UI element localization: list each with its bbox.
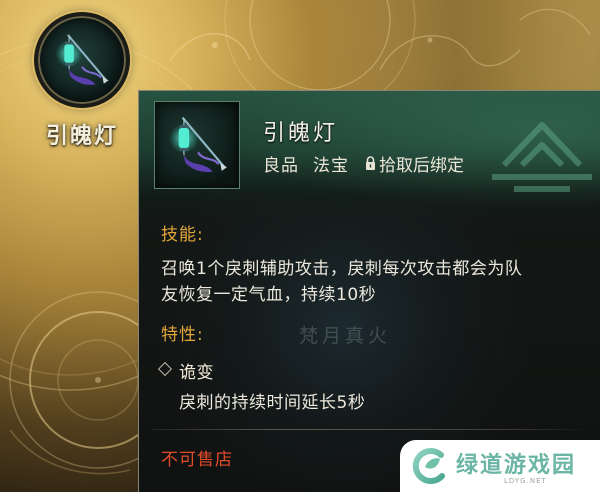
diamond-icon	[157, 361, 173, 377]
skill-description-line: 召唤1个戾刺辅助攻击，戾刺每次攻击都会为队	[161, 259, 523, 279]
lantern-icon	[55, 34, 109, 85]
sell-restriction: 不可售店	[161, 450, 233, 470]
item-tooltip: 引魄灯 良品 法宝 拾取后绑定 梵月真火 技能: 召唤1个戾刺辅助攻击，戾刺每次…	[138, 90, 600, 492]
sect-emblem-icon	[492, 122, 592, 192]
item-name-label: 引魄灯	[45, 124, 118, 149]
trait-name: 诡变	[179, 363, 214, 383]
lock-icon	[366, 156, 375, 170]
lantern-icon	[169, 117, 227, 173]
skill-description-line: 友恢复一定气血，持续10秒	[161, 285, 377, 305]
traits-heading: 特性:	[161, 325, 204, 345]
site-watermark: 绿道游戏园 LDYG.NET	[400, 440, 600, 492]
item-slot-lantern[interactable]	[34, 12, 130, 108]
divider	[151, 429, 591, 430]
bind-status: 拾取后绑定	[379, 156, 464, 176]
item-category: 法宝	[313, 156, 349, 176]
site-logo-icon	[412, 448, 445, 484]
skill-heading: 技能:	[161, 225, 204, 245]
tooltip-item-icon	[154, 101, 240, 189]
background-art-text: 梵月真火	[299, 325, 392, 347]
tooltip-title: 引魄灯	[263, 121, 339, 146]
trait-description: 戾刺的持续时间延长5秒	[179, 393, 366, 413]
watermark-name: 绿道游戏园	[456, 453, 577, 478]
watermark-domain: LDYG.NET	[504, 477, 547, 485]
item-quality: 良品	[263, 156, 299, 176]
tooltip-meta-row: 良品 法宝 拾取后绑定	[263, 151, 464, 176]
